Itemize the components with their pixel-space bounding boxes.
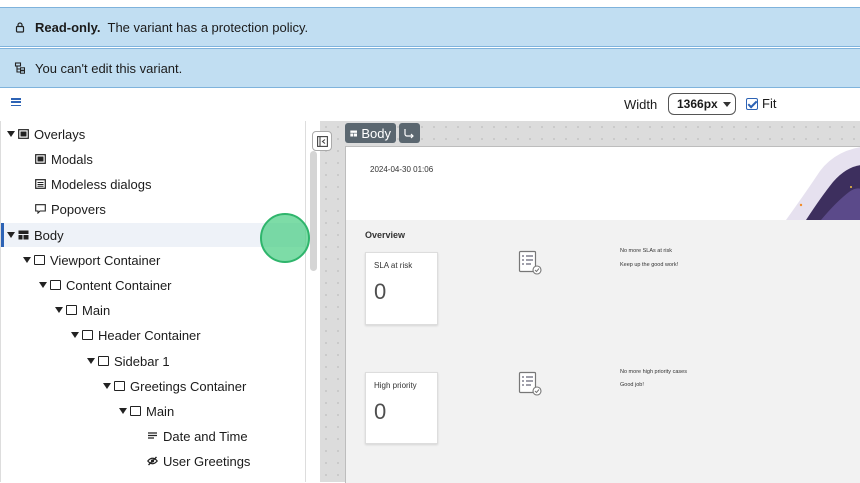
fit-label: Fit xyxy=(762,96,777,111)
tree-item-overlays[interactable]: Overlays xyxy=(1,122,305,146)
priority-message-title: No more high priority cases xyxy=(620,369,687,375)
expand-arrow-icon[interactable] xyxy=(119,408,127,414)
fit-checkbox[interactable]: Fit xyxy=(746,96,776,111)
tree-item-greetings-container[interactable]: Greetings Container xyxy=(1,374,305,398)
readonly-message: The variant has a protection policy. xyxy=(107,19,309,35)
tree-item-modeless-dialogs[interactable]: Modeless dialogs xyxy=(1,172,305,196)
page-header: 2024-04-30 01:06 xyxy=(346,147,860,220)
width-label: Width xyxy=(624,97,658,112)
width-value: 1366px xyxy=(677,97,718,111)
tree-item-label: Modals xyxy=(51,151,93,167)
date-and-time: 2024-04-30 01:06 xyxy=(370,165,434,174)
checklist-icon xyxy=(518,371,542,396)
checkbox-icon[interactable] xyxy=(746,97,758,110)
tree-item-label: User Greetings xyxy=(163,453,251,469)
tree-item-main[interactable]: Main xyxy=(1,298,305,322)
tree-item-user-greetings[interactable]: User Greetings xyxy=(1,449,305,473)
expand-arrow-icon[interactable] xyxy=(23,257,31,263)
expand-arrow-icon[interactable] xyxy=(39,282,47,288)
collapse-panel-button[interactable] xyxy=(312,131,332,151)
tree-item-header-container[interactable]: Header Container xyxy=(1,323,305,347)
scrollbar-thumb[interactable] xyxy=(310,151,317,271)
tree-item-label: Popovers xyxy=(51,201,106,217)
tree-item-label: Modeless dialogs xyxy=(51,176,152,192)
tree-item-label: Overlays xyxy=(34,126,86,142)
tree-item-label: Main xyxy=(82,302,111,318)
tree-item-label: Viewport Container xyxy=(50,252,161,268)
modal-icon xyxy=(35,154,46,164)
container-icon xyxy=(114,381,125,391)
container-icon xyxy=(82,330,93,340)
container-icon xyxy=(34,255,45,265)
tree-item-label: Main xyxy=(146,403,175,419)
header-illustration xyxy=(786,147,860,220)
expand-arrow-icon[interactable] xyxy=(7,232,15,238)
tree-item-modals[interactable]: Modals xyxy=(1,147,305,171)
sla-card[interactable]: SLA at risk 0 xyxy=(365,252,438,325)
priority-message-sub: Good job! xyxy=(620,382,644,388)
container-icon xyxy=(98,356,109,366)
container-icon xyxy=(66,305,77,315)
readonly-banner: Read-only. The variant has a protection … xyxy=(0,7,860,47)
text-lines-icon xyxy=(148,432,157,439)
tree-item-label: Greetings Container xyxy=(130,378,247,394)
body-layout-icon xyxy=(18,230,29,240)
tree-item-content-container[interactable]: Content Container xyxy=(1,273,305,297)
expand-arrow-icon[interactable] xyxy=(87,358,95,364)
container-icon xyxy=(130,406,141,416)
expand-arrow-icon[interactable] xyxy=(103,383,111,389)
overlay-icon xyxy=(18,129,29,139)
toolbar: Width 1366px Fit xyxy=(0,90,860,118)
sla-message-title: No more SLAs at risk xyxy=(620,248,672,254)
no-edit-message: You can't edit this variant. xyxy=(35,60,183,76)
preview-page: 2024-04-30 01:06 Overview SLA at risk 0 … xyxy=(345,146,860,483)
overview-title: Overview xyxy=(365,230,406,240)
tree-scrollbar[interactable] xyxy=(309,121,319,482)
expand-arrow-icon[interactable] xyxy=(71,332,79,338)
structure-tree: Overlays Modals Modeless dialogs Popover… xyxy=(0,121,306,482)
hierarchy-icon xyxy=(14,62,25,74)
body-tag-label: Body xyxy=(361,125,391,141)
expand-arrow-icon[interactable] xyxy=(55,307,63,313)
high-priority-card[interactable]: High priority 0 xyxy=(365,372,438,444)
checklist-icon xyxy=(518,250,542,275)
sla-message-sub: Keep up the good work! xyxy=(620,262,679,268)
chevron-down-icon xyxy=(722,101,731,107)
expand-arrow-icon[interactable] xyxy=(7,131,15,137)
tree-item-sidebar-1[interactable]: Sidebar 1 xyxy=(1,349,305,373)
tree-item-label: Sidebar 1 xyxy=(114,353,170,369)
select-parent-icon xyxy=(404,128,414,138)
readonly-label: Read-only. xyxy=(35,19,101,35)
tree-item-main-inner[interactable]: Main xyxy=(1,399,305,423)
select-parent-button[interactable] xyxy=(399,123,420,143)
hidden-eye-icon xyxy=(147,456,158,466)
lock-icon xyxy=(15,22,25,33)
tree-item-date-and-time[interactable]: Date and Time xyxy=(1,424,305,448)
card-label: High priority xyxy=(374,381,417,390)
width-select[interactable]: 1366px xyxy=(668,93,736,115)
body-layout-icon xyxy=(350,129,358,137)
tree-item-label: Header Container xyxy=(98,327,201,343)
tree-item-popovers[interactable]: Popovers xyxy=(1,197,305,221)
no-edit-banner: You can't edit this variant. xyxy=(0,48,860,88)
container-icon xyxy=(50,280,61,290)
touch-indicator xyxy=(260,213,310,263)
tree-item-label: Body xyxy=(34,227,64,243)
modeless-dialog-icon xyxy=(35,179,46,189)
body-tag[interactable]: Body xyxy=(345,123,396,143)
card-value: 0 xyxy=(374,279,387,304)
card-label: SLA at risk xyxy=(374,261,413,270)
card-value: 0 xyxy=(374,399,387,424)
tree-item-viewport-container[interactable]: Viewport Container xyxy=(1,248,305,272)
collapse-panel-icon xyxy=(317,136,328,147)
popover-icon xyxy=(35,204,46,214)
menu-icon[interactable] xyxy=(11,98,21,107)
tree-item-label: Date and Time xyxy=(163,428,248,444)
tree-item-label: Content Container xyxy=(66,277,172,293)
